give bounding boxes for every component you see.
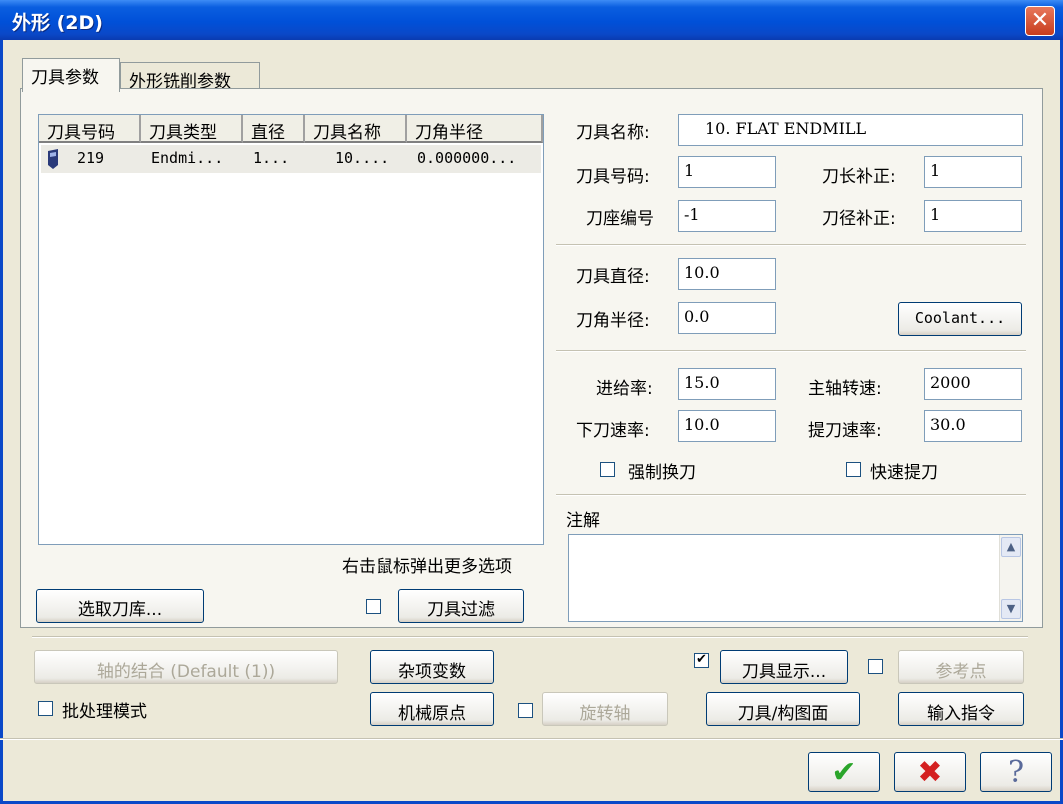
cell-corner: 0.000000... <box>417 149 517 167</box>
separator <box>0 738 1063 740</box>
ref-point-checkbox[interactable] <box>868 659 883 674</box>
plunge-field[interactable]: 10.0 <box>678 410 776 442</box>
tool-plane-button[interactable]: 刀具/构图面 <box>706 692 860 726</box>
close-icon: ✕ <box>1030 8 1050 33</box>
tool-number-label: 刀具号码: <box>576 167 650 187</box>
column-diameter[interactable]: 直径 <box>243 115 305 143</box>
separator <box>32 636 1028 638</box>
tool-filter-checkbox[interactable] <box>366 599 381 614</box>
diameter-label: 刀具直径: <box>576 267 650 287</box>
column-corner-radius[interactable]: 刀角半径 <box>407 115 543 143</box>
comment-textarea[interactable]: ▲ ▼ <box>568 534 1023 622</box>
tab-tool-params[interactable]: 刀具参数 <box>22 58 120 92</box>
retract-label: 提刀速率: <box>808 421 882 441</box>
corner-radius-label: 刀角半径: <box>576 311 650 331</box>
cancel-button[interactable]: ✖ <box>894 752 966 792</box>
coolant-button[interactable]: Coolant... <box>898 302 1022 336</box>
input-command-button[interactable]: 输入指令 <box>898 692 1024 726</box>
tool-name-field[interactable]: 10. FLAT ENDMILL <box>678 114 1023 146</box>
reference-point-button[interactable]: 参考点 <box>898 650 1024 684</box>
checkmark-icon: ✔ <box>831 755 857 790</box>
cell-number: 219 <box>77 149 105 167</box>
cell-diameter: 1... <box>253 149 290 167</box>
scroll-down-icon[interactable]: ▼ <box>1001 599 1021 619</box>
tool-list[interactable]: 刀具号码 刀具类型 直径 刀具名称 刀角半径 219 Endmi... 1...… <box>38 114 544 545</box>
rapid-retract-checkbox[interactable] <box>846 462 861 477</box>
column-tool-type[interactable]: 刀具类型 <box>141 115 243 143</box>
machine-origin-button[interactable]: 机械原点 <box>370 692 494 726</box>
tool-filter-button[interactable]: 刀具过滤 <box>398 589 524 623</box>
tab-label: 刀具参数 <box>31 68 99 88</box>
dia-offset-field[interactable]: 1 <box>924 200 1022 232</box>
close-button[interactable]: ✕ <box>1025 6 1055 36</box>
title-bar: 外形 (2D) ✕ <box>0 0 1063 40</box>
window-title: 外形 (2D) <box>12 12 103 34</box>
corner-radius-field[interactable]: 0.0 <box>678 302 776 334</box>
spindle-label: 主轴转速: <box>808 379 882 399</box>
column-tool-name[interactable]: 刀具名称 <box>305 115 407 143</box>
length-offset-label: 刀长补正: <box>822 167 896 187</box>
endmill-icon <box>48 149 58 169</box>
right-click-hint: 右击鼠标弹出更多选项 <box>342 557 512 577</box>
misc-values-button[interactable]: 杂项变数 <box>370 650 494 684</box>
rotary-axis-button[interactable]: 旋转轴 <box>542 692 668 726</box>
help-button[interactable]: ? <box>980 752 1052 792</box>
force-change-label: 强制换刀 <box>628 463 696 483</box>
feed-label: 进给率: <box>596 379 653 399</box>
diameter-field[interactable]: 10.0 <box>678 258 776 290</box>
retract-field[interactable]: 30.0 <box>924 410 1022 442</box>
ok-button[interactable]: ✔ <box>808 752 880 792</box>
separator <box>556 244 1026 246</box>
table-row[interactable]: 219 Endmi... 1... 10.... 0.000000... <box>41 145 541 173</box>
spindle-field[interactable]: 2000 <box>924 368 1022 400</box>
plunge-label: 下刀速率: <box>576 421 650 441</box>
rotary-axis-checkbox[interactable] <box>518 703 533 718</box>
cross-icon: ✖ <box>917 755 943 790</box>
batch-mode-checkbox[interactable] <box>38 701 53 716</box>
holder-label: 刀座编号 <box>586 209 654 229</box>
separator <box>556 494 1026 496</box>
scroll-up-icon[interactable]: ▲ <box>1001 537 1021 557</box>
feed-field[interactable]: 15.0 <box>678 368 776 400</box>
column-tool-number[interactable]: 刀具号码 <box>39 115 141 143</box>
tool-display-checkbox[interactable]: ✔ <box>694 653 709 668</box>
select-library-button[interactable]: 选取刀库... <box>36 589 204 623</box>
length-offset-field[interactable]: 1 <box>924 156 1022 188</box>
help-icon: ? <box>1007 755 1025 790</box>
tool-number-field[interactable]: 1 <box>678 156 776 188</box>
dia-offset-label: 刀径补正: <box>822 209 896 229</box>
force-change-checkbox[interactable] <box>600 462 615 477</box>
rapid-retract-label: 快速提刀 <box>870 463 938 483</box>
comment-scrollbar[interactable]: ▲ ▼ <box>999 535 1022 621</box>
separator <box>556 350 1026 352</box>
tool-name-label: 刀具名称: <box>576 123 650 143</box>
batch-mode-label: 批处理模式 <box>62 702 147 722</box>
tool-display-button[interactable]: 刀具显示... <box>720 650 848 684</box>
axis-combination-button[interactable]: 轴的结合 (Default (1)) <box>34 650 338 684</box>
holder-field[interactable]: -1 <box>678 200 776 232</box>
cell-name: 10.... <box>335 149 390 167</box>
list-header: 刀具号码 刀具类型 直径 刀具名称 刀角半径 <box>39 115 543 143</box>
cell-type: Endmi... <box>151 149 224 167</box>
comment-label: 注解 <box>566 511 600 531</box>
